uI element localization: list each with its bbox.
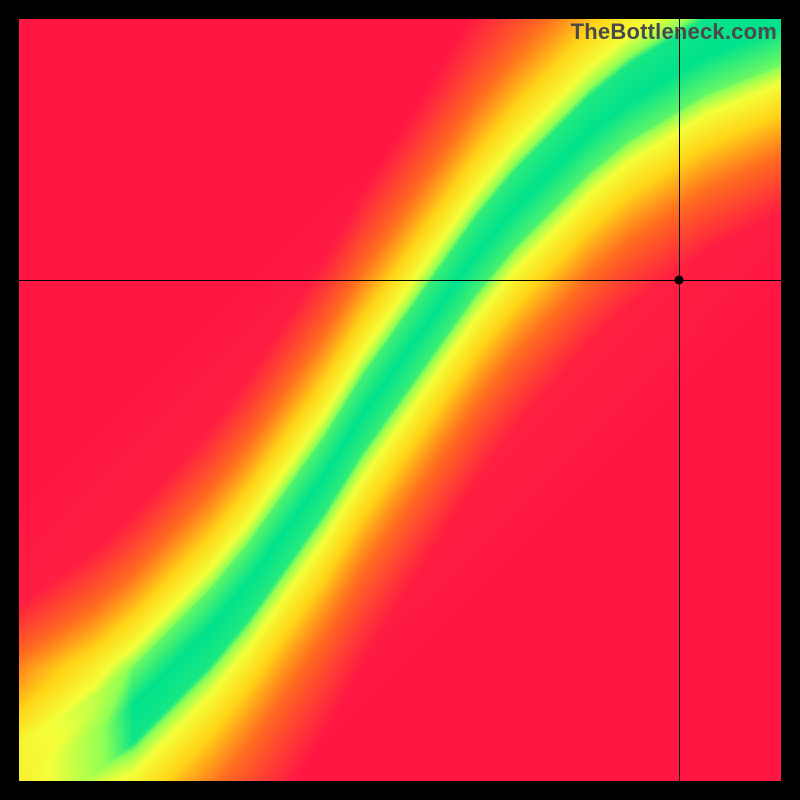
plot-area: TheBottleneck.com — [19, 19, 781, 781]
heatmap-canvas — [19, 19, 781, 781]
watermark-text: TheBottleneck.com — [571, 19, 777, 45]
outer-black-frame: TheBottleneck.com — [0, 0, 800, 800]
